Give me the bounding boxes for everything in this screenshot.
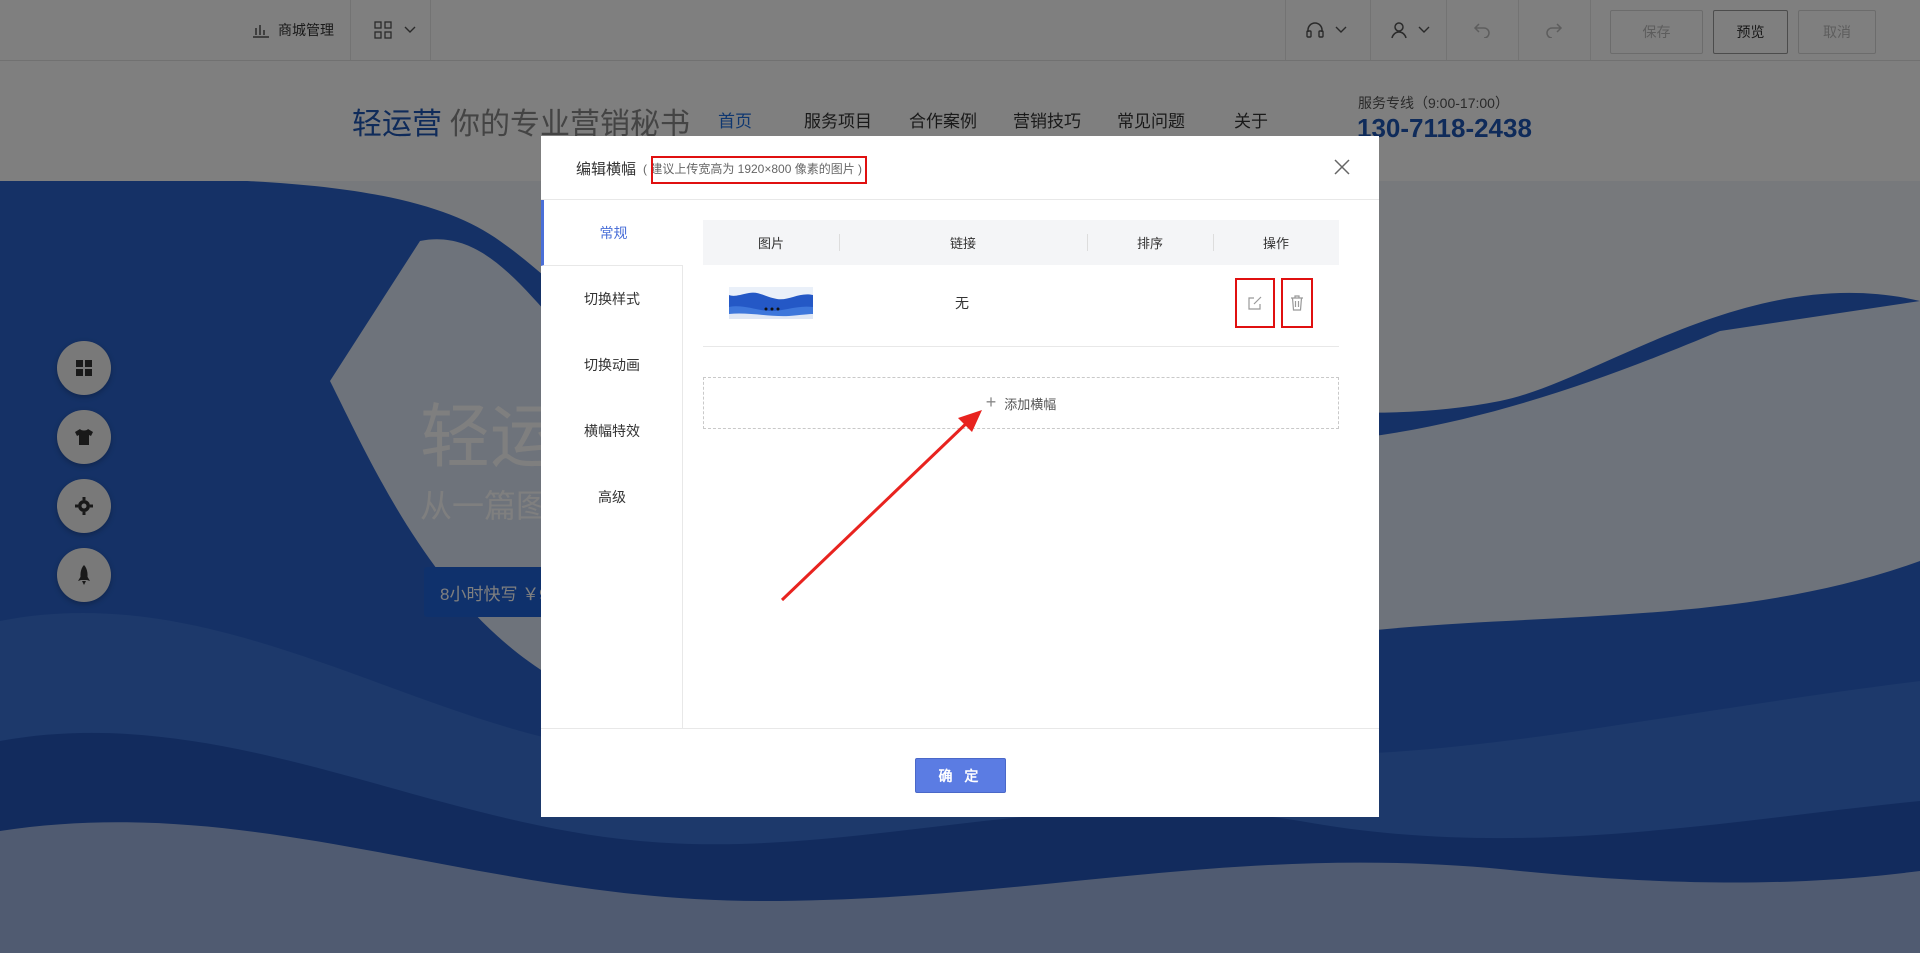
hint-highlight-box	[651, 156, 867, 184]
trash-icon	[1291, 295, 1303, 311]
dialog-header: 编辑横幅 ( 建议上传宽高为 1920×800 像素的图片 )	[541, 136, 1379, 200]
add-banner-button[interactable]: + 添加横幅	[703, 377, 1339, 429]
confirm-button[interactable]: 确 定	[915, 758, 1006, 793]
edit-icon	[1248, 296, 1262, 310]
settings-tabs: 常规 切换样式 切换动画 横幅特效 高级	[541, 200, 683, 728]
edit-banner-button[interactable]	[1235, 278, 1275, 328]
table-header: 图片 链接 排序 操作	[703, 220, 1339, 265]
close-icon	[1334, 159, 1350, 175]
dialog-footer: 确 定	[541, 728, 1379, 817]
dialog-title: 编辑横幅	[576, 161, 637, 178]
close-button[interactable]	[1329, 154, 1355, 180]
banner-thumbnail[interactable]	[729, 287, 813, 319]
edit-banner-dialog: 编辑横幅 ( 建议上传宽高为 1920×800 像素的图片 ) 常规 切换样式 …	[541, 136, 1379, 817]
column-header-image: 图片	[757, 236, 784, 251]
tab-general[interactable]: 常规	[541, 200, 683, 266]
banner-thumbnail-image	[729, 287, 813, 319]
column-header-actions: 操作	[1262, 236, 1289, 251]
tab-switch-style[interactable]: 切换样式	[541, 266, 683, 332]
delete-banner-button[interactable]	[1281, 278, 1313, 328]
tab-advanced[interactable]: 高级	[541, 464, 683, 530]
table-row: 无	[703, 265, 1339, 347]
add-banner-label: 添加横幅	[1004, 396, 1057, 412]
column-header-link: 链接	[949, 236, 976, 251]
banner-link-value: 无	[955, 295, 969, 311]
tab-switch-animation[interactable]: 切换动画	[541, 332, 683, 398]
column-header-order: 排序	[1136, 236, 1163, 251]
tab-banner-effects[interactable]: 横幅特效	[541, 398, 683, 464]
plus-icon: +	[985, 391, 997, 412]
